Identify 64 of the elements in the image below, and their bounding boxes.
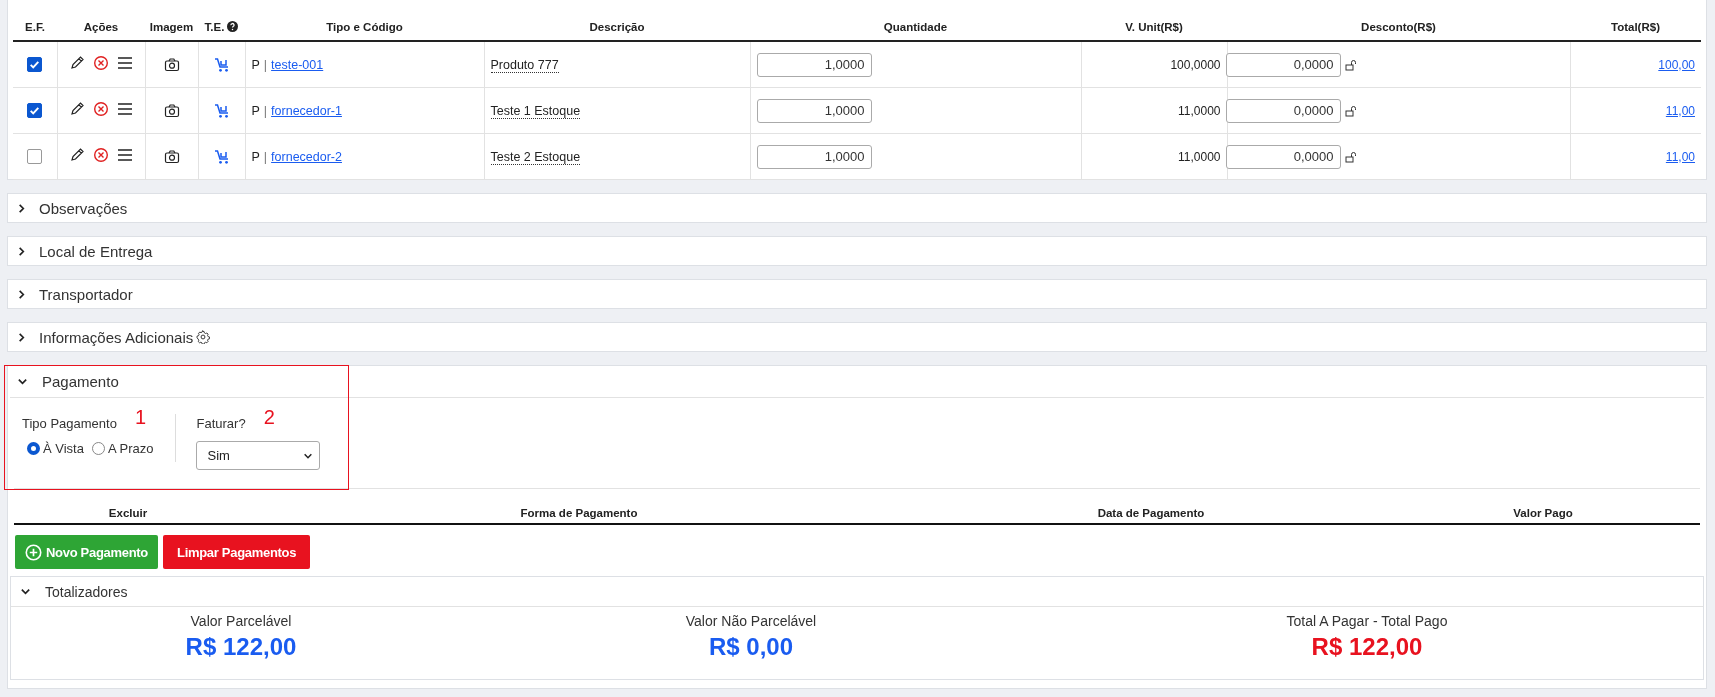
column-header: V. Unit(R$): [1125, 21, 1183, 33]
total-label: Total A Pagar - Total Pago: [1286, 613, 1448, 629]
panel-title: Observações: [39, 199, 128, 217]
total-link[interactable]: 11,00: [1665, 149, 1695, 164]
column-header: Quantidade: [883, 21, 948, 33]
discount-input[interactable]: 0,0000: [1225, 144, 1341, 169]
item-code-link[interactable]: fornecedor-1: [271, 103, 342, 118]
collapsible-panel[interactable]: Transportador: [7, 279, 1707, 309]
discount-input[interactable]: 0,0000: [1225, 98, 1341, 123]
annotation-number: 1: [134, 406, 147, 429]
panel-title: Local de Entrega: [39, 242, 153, 260]
column-header: T.E.: [204, 21, 225, 33]
collapsible-panel[interactable]: Observações: [7, 193, 1707, 223]
item-type: P: [251, 57, 260, 72]
panel-header[interactable]: Pagamento: [10, 366, 1704, 398]
column-header: Excluir: [107, 507, 149, 519]
item-description: Produto 777: [490, 57, 559, 73]
discount-input[interactable]: 0,0000: [1225, 52, 1341, 77]
column-header: Forma de Pagamento: [519, 507, 639, 519]
item-type: P: [251, 103, 260, 118]
annotation-number: 2: [263, 406, 275, 429]
item-description: Teste 2 Estoque: [490, 149, 581, 165]
unit-value: 11,0000: [1178, 149, 1221, 164]
total-link[interactable]: 11,00: [1665, 103, 1695, 118]
radio-option[interactable]: À Vista: [27, 441, 84, 456]
quantity-input[interactable]: 1,0000: [756, 52, 872, 77]
column-header: Valor Pago: [1512, 507, 1574, 519]
field-label: Tipo Pagamento: [22, 415, 117, 431]
column-header: Imagem: [149, 21, 194, 33]
select-field[interactable]: Sim: [196, 441, 321, 470]
item-description: Teste 1 Estoque: [490, 103, 581, 119]
panel-header[interactable]: Totalizadores: [11, 577, 1703, 607]
item-code-link[interactable]: fornecedor-2: [271, 149, 342, 164]
panel-title: Transportador: [39, 285, 133, 303]
total-value: R$ 122,00: [185, 633, 297, 661]
column-header: Descrição: [589, 21, 645, 33]
separator: |: [263, 149, 268, 164]
item-type: P: [251, 149, 260, 164]
panel-title: Pagamento: [42, 373, 119, 390]
quantity-input[interactable]: 1,0000: [756, 98, 872, 123]
total-link[interactable]: 100,00: [1658, 57, 1695, 72]
radio-option[interactable]: A Prazo: [91, 441, 154, 456]
total-value: R$ 122,00: [1311, 633, 1423, 661]
column-header: Desconto(R$): [1361, 21, 1436, 33]
quantity-input[interactable]: 1,0000: [756, 144, 872, 169]
field-label: Faturar?: [196, 415, 246, 431]
panel-title: Informações Adicionais: [39, 328, 194, 346]
column-header: E.F.: [25, 21, 45, 33]
total-value: R$ 0,00: [708, 633, 794, 661]
column-header: Data de Pagamento: [1096, 507, 1206, 519]
unit-value: 100,0000: [1170, 57, 1221, 72]
unit-value: 11,0000: [1178, 103, 1221, 118]
action-button[interactable]: Limpar Pagamentos: [163, 535, 311, 569]
item-code-link[interactable]: teste-001: [271, 57, 324, 72]
collapsible-panel[interactable]: Local de Entrega: [7, 236, 1707, 266]
separator: |: [263, 103, 268, 118]
total-label: Valor Parcelável: [190, 613, 292, 629]
column-header: Total(R$): [1611, 21, 1660, 33]
collapsible-panel[interactable]: Informações Adicionais: [7, 322, 1707, 352]
column-header: Tipo e Código: [326, 21, 403, 33]
total-label: Valor Não Parcelável: [685, 613, 817, 629]
separator: |: [263, 57, 268, 72]
column-header: Ações: [83, 21, 119, 33]
panel-title: Totalizadores: [45, 583, 128, 600]
